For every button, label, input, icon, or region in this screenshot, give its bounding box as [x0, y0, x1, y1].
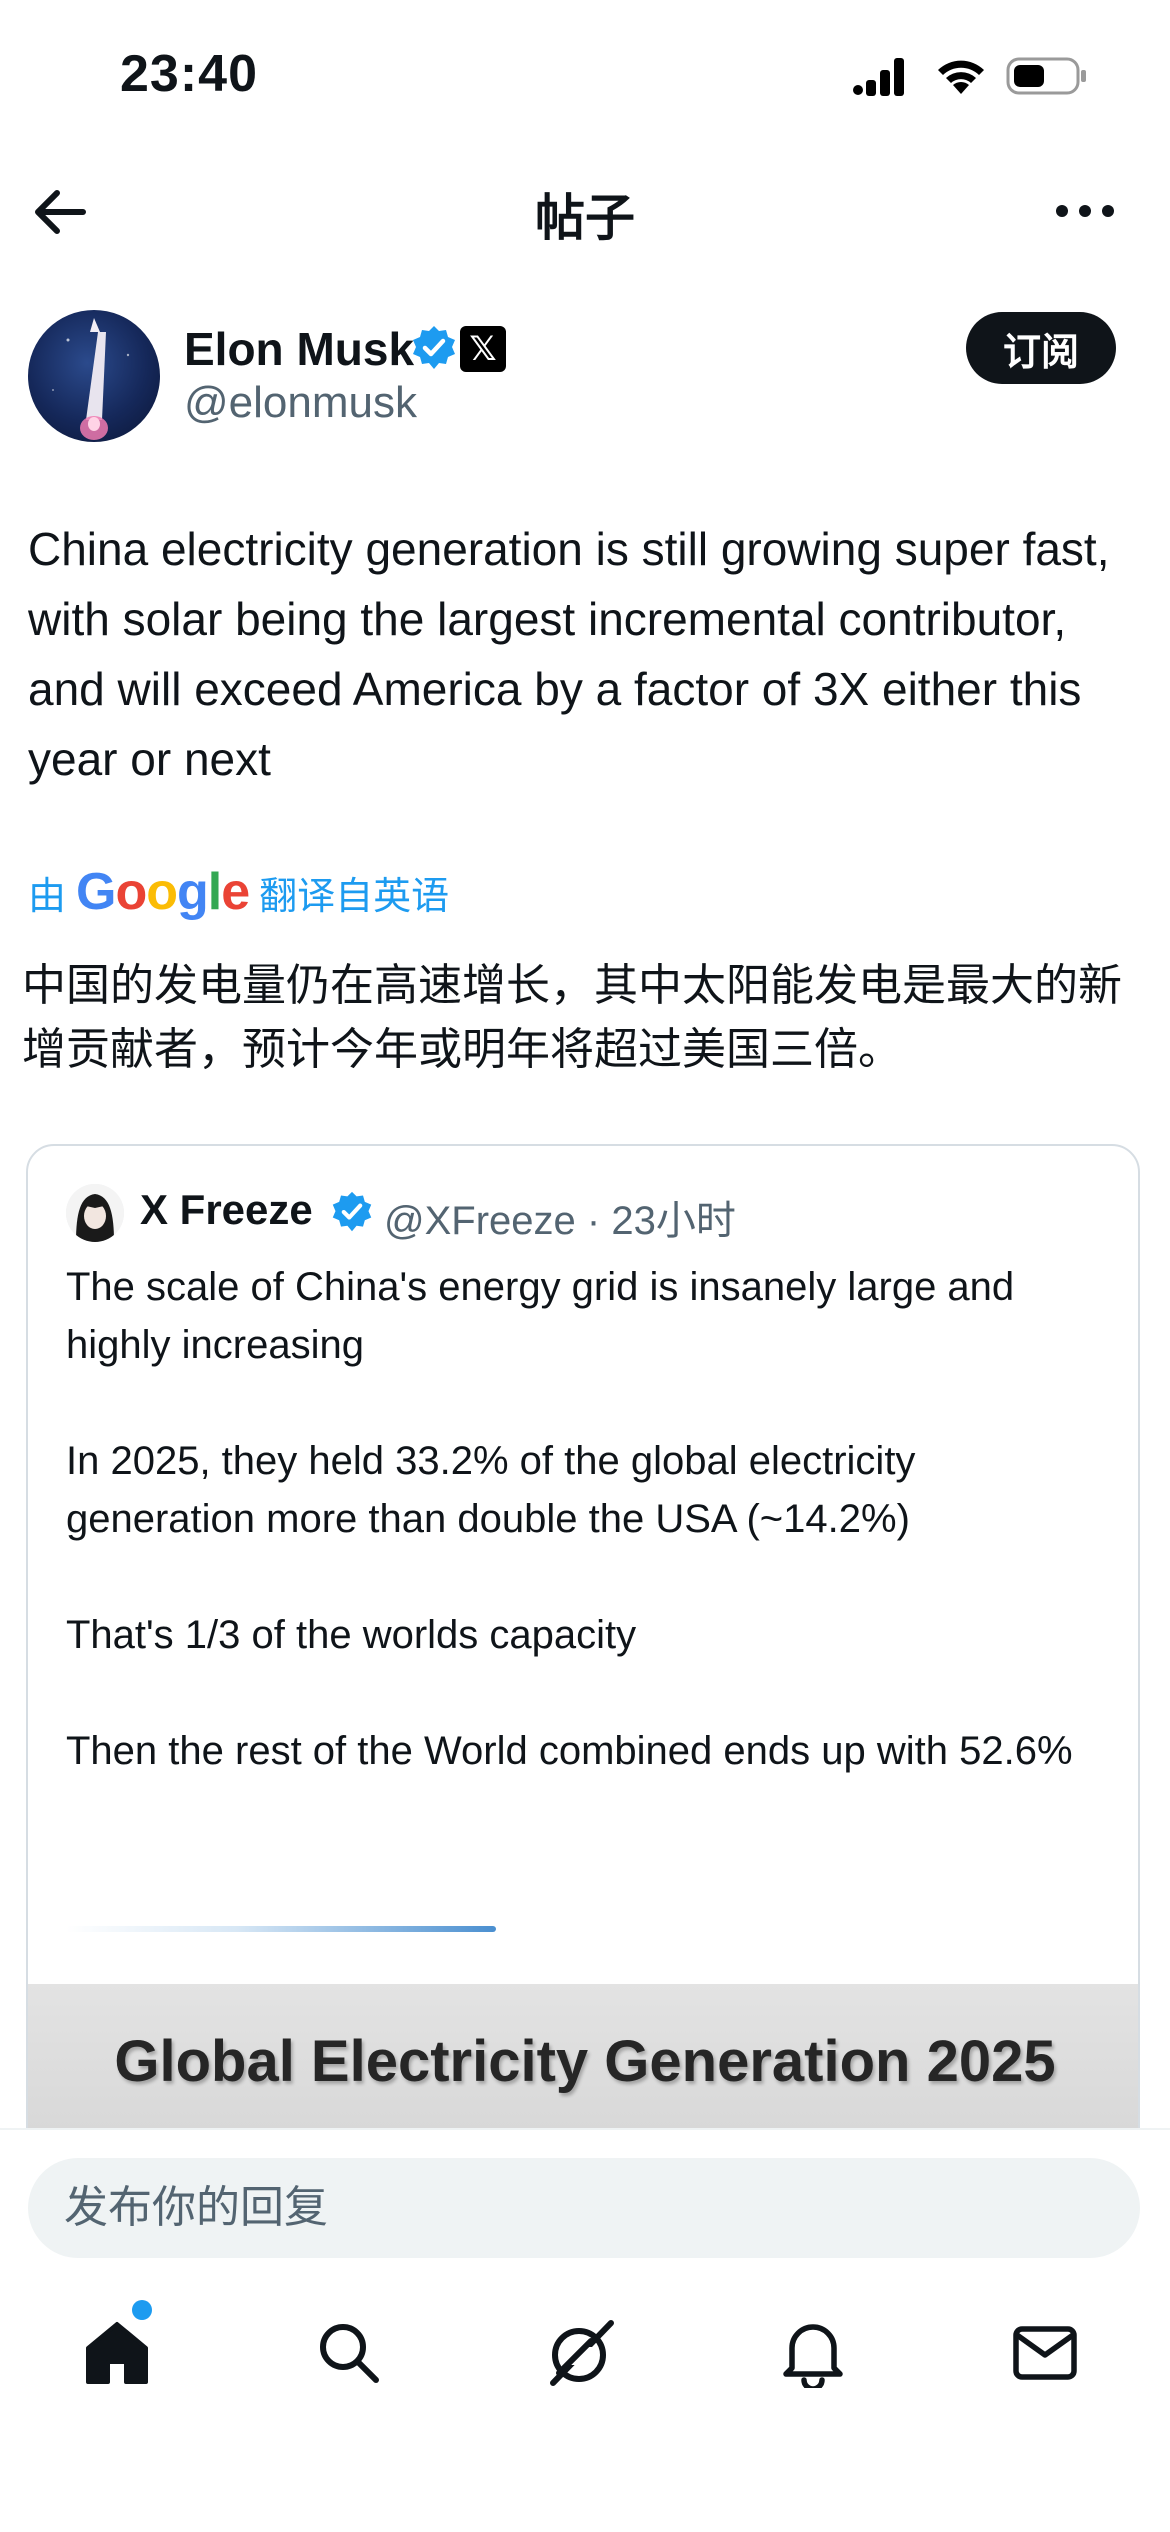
tab-grok[interactable] — [536, 2308, 626, 2398]
wifi-icon — [938, 60, 984, 94]
verified-badge-icon — [413, 326, 455, 369]
battery-icon — [1006, 57, 1086, 95]
quote-paragraph: Then the rest of the World combined ends… — [66, 1729, 1073, 1773]
quote-author-avatar — [66, 1184, 124, 1242]
quoted-post-card[interactable]: X Freeze @XFreeze · 23小时 The scale of Ch… — [26, 1144, 1140, 2244]
quote-paragraph: That's 1/3 of the worlds capacity — [66, 1613, 637, 1657]
post-text: China electricity generation is still gr… — [28, 523, 1110, 785]
reply-input[interactable] — [28, 2158, 1140, 2258]
rocket-image — [52, 318, 130, 440]
home-notification-dot — [132, 2300, 152, 2320]
quote-author-name: X Freeze — [140, 1186, 313, 1233]
translated-text: 中国的发电量仍在高速增长，其中太阳能发电是最大的新增贡献者，预计今年或明年将超过… — [22, 961, 1122, 1074]
cellular-signal-icon — [853, 58, 904, 96]
media-title: Global Electricity Generation 2025 — [114, 2029, 1056, 2094]
author-avatar[interactable] — [28, 310, 160, 442]
quote-verified-badge-icon — [332, 1191, 372, 1232]
x-affiliation-badge-icon: 𝕏 — [460, 326, 506, 372]
translation-suffix: 翻译自英语 — [259, 875, 450, 918]
envelope-icon — [1013, 2326, 1077, 2380]
grok-icon — [550, 2320, 614, 2386]
bell-icon — [783, 2324, 843, 2388]
media-loading-bar — [66, 1926, 496, 1932]
quote-paragraph: The scale of China's energy grid is insa… — [66, 1265, 1015, 1367]
bottom-tab-bar — [0, 2278, 1170, 2532]
more-dots-icon — [1056, 205, 1114, 217]
more-options-button[interactable] — [1050, 186, 1120, 236]
post-detail-screen: 23:40 帖子 Elon Musk 𝕏 @elonmusk 订阅 China … — [0, 0, 1170, 2532]
status-bar: 23:40 — [0, 0, 1170, 150]
quote-paragraph: In 2025, they held 33.2% of the global e… — [66, 1439, 916, 1541]
quote-text: The scale of China's energy grid is insa… — [66, 1258, 1106, 1780]
quote-handle-time: @XFreeze · 23小时 — [384, 1199, 736, 1243]
anime-avatar-image — [66, 1184, 124, 1242]
subscribe-button[interactable]: 订阅 — [966, 312, 1116, 384]
search-icon — [320, 2324, 379, 2383]
author-name[interactable]: Elon Musk — [184, 322, 414, 376]
translation-attribution[interactable]: 由 Google 翻译自英语 — [28, 862, 449, 922]
tab-messages[interactable] — [1000, 2308, 1090, 2398]
author-handle[interactable]: @elonmusk — [184, 378, 417, 428]
home-icon — [86, 2322, 148, 2384]
status-time: 23:40 — [120, 45, 258, 103]
tab-notifications[interactable] — [768, 2308, 858, 2398]
page-title: 帖子 — [535, 190, 635, 246]
tab-search[interactable] — [304, 2308, 394, 2398]
reply-bar — [0, 2128, 1170, 2278]
top-nav: 帖子 — [0, 160, 1170, 260]
tab-home[interactable] — [72, 2308, 162, 2398]
google-logo: Google — [76, 863, 250, 921]
translation-prefix: 由 — [28, 875, 67, 918]
